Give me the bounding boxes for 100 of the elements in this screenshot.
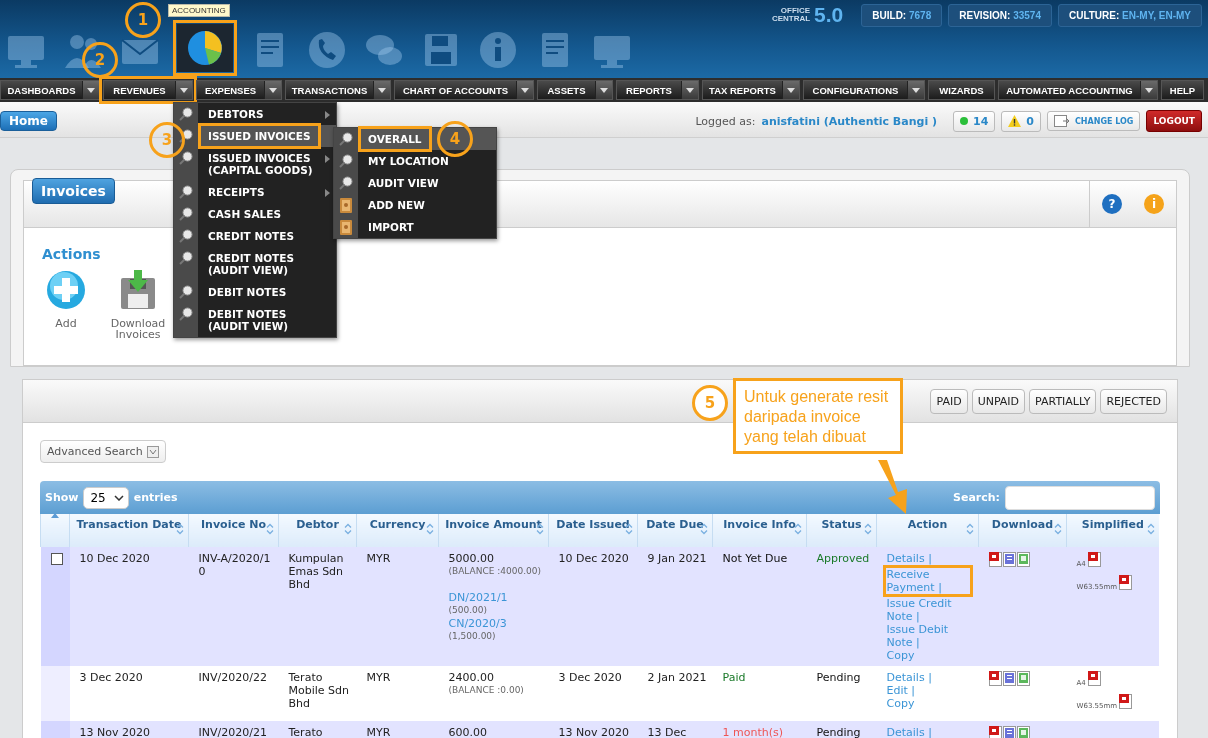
menu-tab[interactable]: WIZARDS <box>928 80 995 100</box>
menu-item[interactable]: RECEIPTS <box>202 183 271 201</box>
pdf-file-icon[interactable] <box>988 671 1002 686</box>
pdf-file-icon[interactable] <box>1119 575 1133 590</box>
table-cell: 2 Jan 2021 <box>647 671 707 684</box>
sort-ascending-icon[interactable] <box>51 512 59 518</box>
dropdown-button[interactable] <box>175 81 192 99</box>
dropdown-button[interactable] <box>595 81 612 99</box>
menu-item[interactable]: CREDIT NOTES <box>202 227 300 245</box>
menu-tab[interactable]: ASSETS <box>537 80 613 100</box>
menu-tab[interactable]: AUTOMATED ACCOUNTING <box>998 80 1158 100</box>
filter-button[interactable]: UNPAID <box>971 388 1026 414</box>
menu-item[interactable]: DEBTORS <box>202 105 270 123</box>
table-cell: MYR <box>366 726 391 738</box>
caret-icon <box>269 87 277 93</box>
pdf-file-icon[interactable] <box>1087 552 1101 567</box>
caret-icon <box>521 87 529 93</box>
caret-icon <box>146 445 159 458</box>
dropdown-button[interactable] <box>681 81 698 99</box>
spreadsheet-file-icon[interactable] <box>1016 726 1030 738</box>
change-log-button[interactable]: CHANGE LOG <box>1047 111 1141 131</box>
dropdown-button[interactable] <box>782 81 799 99</box>
magnifier-icon <box>339 176 353 190</box>
search-field[interactable] <box>1005 485 1155 510</box>
menu-item[interactable]: IMPORT <box>362 218 420 236</box>
table-cell: 3 Dec 2020 <box>79 671 143 684</box>
filter-button[interactable]: PAID <box>930 388 968 414</box>
magnifier-icon <box>179 151 193 165</box>
info-badge: CULTURE: EN-MY, EN-MY <box>1057 4 1202 27</box>
table-cell: 10 Dec 2020 <box>79 552 150 565</box>
submenu-arrow-icon <box>325 189 330 197</box>
pdf-file-icon[interactable] <box>1087 671 1101 686</box>
table-cell: MYR <box>366 552 391 565</box>
pdf-file-icon[interactable] <box>1119 694 1133 709</box>
pdf-file-icon[interactable] <box>988 726 1002 738</box>
step-number-marker: 2 <box>82 42 118 78</box>
table-cell: Terato <box>288 726 323 738</box>
dropdown-button[interactable] <box>907 81 924 99</box>
advanced-search-button[interactable]: Advanced Search <box>40 440 166 463</box>
address-book-icon <box>340 220 352 235</box>
action-link[interactable]: Details | <box>886 671 932 684</box>
word-file-icon[interactable] <box>1002 726 1016 738</box>
help-button[interactable]: ? <box>1102 194 1122 214</box>
section-title: Actions <box>42 246 101 262</box>
menu-item[interactable]: AUDIT VIEW <box>362 174 445 192</box>
caret-icon <box>912 87 920 93</box>
menu-item[interactable]: CASH SALES <box>202 205 287 223</box>
filter-button[interactable]: REJECTED <box>1100 388 1167 414</box>
status-dot-icon <box>960 117 968 125</box>
word-file-icon[interactable] <box>1002 552 1016 567</box>
logout-button[interactable]: LOGOUT <box>1146 110 1202 132</box>
menu-tab[interactable]: TRANSACTIONS <box>285 80 391 100</box>
dropdown-button[interactable] <box>82 81 99 99</box>
magnifier-icon <box>179 307 193 321</box>
counter-button[interactable]: 14 <box>953 110 996 132</box>
dropdown-button[interactable] <box>373 81 390 99</box>
home-button[interactable]: Home <box>0 111 57 131</box>
invoice-info-text: 1 month(s) <box>722 726 783 738</box>
counter-button[interactable]: 0 <box>1001 110 1041 132</box>
add-action[interactable]: Add <box>42 270 90 340</box>
logged-in-label: Logged as: <box>695 114 756 128</box>
caret-icon <box>787 87 795 93</box>
menu-item[interactable]: ISSUED INVOICES (CAPITAL GOODS) <box>202 149 332 179</box>
address-book-icon <box>340 198 352 213</box>
row-checkbox[interactable] <box>50 553 63 565</box>
menu-tab[interactable]: TAX REPORTS <box>702 80 800 100</box>
info-icon[interactable] <box>478 30 518 70</box>
menu-tab[interactable]: REPORTS <box>616 80 699 100</box>
magnifier-icon <box>179 207 193 221</box>
dropdown-button[interactable] <box>516 81 533 99</box>
menu-tab[interactable]: CONFIGURATIONS <box>803 80 925 100</box>
tooltip: ACCOUNTING <box>168 4 230 17</box>
dropdown-button[interactable] <box>264 81 281 99</box>
menu-item[interactable]: DEBIT NOTES <box>202 283 293 301</box>
menu-item[interactable]: ADD NEW <box>362 196 431 214</box>
word-file-icon[interactable] <box>1002 671 1016 686</box>
menu-item[interactable]: CREDIT NOTES (AUDIT VIEW) <box>202 249 332 279</box>
menu-tab[interactable]: EXPENSES <box>196 80 282 100</box>
info-badge: REVISION: 33574 <box>948 4 1052 27</box>
sort-icon[interactable] <box>794 523 802 535</box>
menu-tab[interactable]: DASHBOARDS <box>0 80 100 100</box>
pdf-file-icon[interactable] <box>988 552 1002 567</box>
magnifier-icon <box>179 185 193 199</box>
balance-text: (BALANCE :0.00) <box>448 684 525 697</box>
phone-icon[interactable] <box>307 30 347 70</box>
dropdown-button[interactable] <box>1140 81 1157 99</box>
spreadsheet-file-icon[interactable] <box>1016 671 1030 686</box>
filter-button[interactable]: PARTIALLY <box>1029 388 1097 414</box>
spreadsheet-file-icon[interactable] <box>1016 552 1030 567</box>
menu-tab[interactable]: CHART OF ACCOUNTS <box>394 80 534 100</box>
download-action[interactable]: Download Invoices <box>106 270 170 340</box>
download-icon <box>120 270 156 310</box>
menu-item[interactable]: DEBIT NOTES (AUDIT VIEW) <box>202 305 332 335</box>
page-size-select[interactable]: 25 <box>83 486 129 509</box>
caret-icon <box>600 87 608 93</box>
column-header[interactable]: Action <box>907 518 948 531</box>
action-link[interactable]: Edit | <box>886 684 915 697</box>
status-text: Approved <box>816 552 870 565</box>
menu-tab[interactable]: HELP <box>1161 80 1204 100</box>
magnifier-icon <box>179 107 193 121</box>
